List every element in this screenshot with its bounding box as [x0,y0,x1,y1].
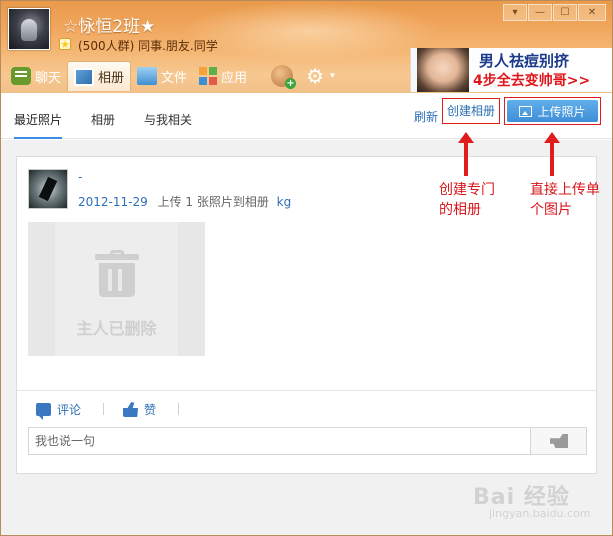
card-divider [17,390,596,391]
folder-icon [137,67,158,85]
upload-highlight-frame: 上传照片 [504,97,601,125]
ad-photo [417,48,469,92]
album-link[interactable]: kg [277,195,292,209]
apps-icon [199,67,218,85]
feed-card: - 2012-11-29 上传 1 张照片到相册 kg 主人已删除 评论 赞 我… [16,156,597,474]
add-friend-icon [271,65,297,89]
minimize-button[interactable]: — [528,4,552,21]
post-action-text: 上传 1 张照片到相册 [157,195,269,209]
poster-name[interactable]: - [78,170,82,184]
tab-chat[interactable]: 聊天 [5,61,67,91]
album-subnav: 最近照片 相册 与我相关 刷新 创建相册 上传照片 [1,93,612,139]
group-avatar[interactable] [8,8,50,50]
tab-album[interactable]: 相册 [67,61,132,91]
baidu-jingyan-watermark: Bai 经验 jingyan.baidu.com [473,479,612,529]
group-toolbar: 聊天 相册 文件 应用 ⚙ ▾ [5,61,341,91]
annotation-create-line1: 创建专门 [439,182,495,198]
tab-apps-label: 应用 [221,70,248,86]
comment-box [28,427,587,455]
action-divider [103,403,104,415]
ad-headline: 男人祛痘别挤 [479,52,570,70]
tab-recent-photos[interactable]: 最近照片 [14,111,63,139]
group-header: ☆怺恒2班★ ★ (500人群) 同事.朋友.同学 ▾ — ☐ ✕ 聊天 相册 … [1,1,612,93]
image-upload-icon [519,105,533,117]
poster-avatar[interactable] [28,169,68,209]
action-divider [178,403,179,415]
tab-albums[interactable]: 相册 [91,111,115,128]
upload-photo-label: 上传照片 [537,104,586,119]
create-album-button[interactable]: 创建相册 [442,98,500,124]
qq-group-window: ☆怺恒2班★ ★ (500人群) 同事.朋友.同学 ▾ — ☐ ✕ 聊天 相册 … [0,0,613,536]
ad-subline: 4步全去变帅哥>> [473,73,591,89]
star-badge-icon: ★ [59,38,71,51]
chevron-down-icon: ▾ [330,71,335,81]
album-icon [74,67,95,86]
post-date: 2012-11-29 [78,195,148,209]
like-label: 赞 [144,403,157,417]
annotation-create-line2: 的相册 [439,202,481,218]
add-friend-button[interactable] [265,61,299,91]
hand-pointer-icon [550,434,568,448]
close-button[interactable]: ✕ [578,4,606,21]
tab-files[interactable]: 文件 [131,61,193,91]
comment-button[interactable]: 评论 [36,401,82,420]
tab-related-to-me[interactable]: 与我相关 [144,111,192,128]
group-name[interactable]: ☆怺恒2班★ [63,12,155,37]
gear-icon: ⚙ [306,64,325,88]
trash-icon [95,250,139,298]
annotation-upload-line1: 直接上传单 [530,182,600,198]
watermark-url: jingyan.baidu.com [489,507,591,520]
comment-icon [36,403,51,420]
comment-label: 评论 [57,403,82,417]
deleted-photo-placeholder: 主人已删除 [28,222,205,356]
annotation-upload-line2: 个图片 [530,202,572,218]
tab-files-label: 文件 [161,70,188,86]
tab-chat-label: 聊天 [35,70,62,86]
comment-input[interactable] [29,428,529,454]
maximize-button[interactable]: ☐ [553,4,577,21]
upload-photo-button[interactable]: 上传照片 [507,100,598,122]
annotation-upload-photo: 直接上传单 个图片 [530,180,600,220]
thumbs-up-icon [123,402,138,417]
annotation-arrow-upload [544,132,560,176]
chat-icon [11,67,31,85]
tab-apps[interactable]: 应用 [193,61,253,91]
skin-menu-button[interactable]: ▾ [503,4,527,21]
ad-banner[interactable]: 男人祛痘别挤 4步全去变帅哥>> [410,48,612,92]
deleted-text: 主人已删除 [76,319,157,338]
settings-button[interactable]: ⚙ ▾ [299,61,341,91]
photo-feed: - 2012-11-29 上传 1 张照片到相册 kg 主人已删除 评论 赞 我… [1,140,612,535]
annotation-create-album: 创建专门 的相册 [439,180,495,220]
post-meta: 2012-11-29 上传 1 张照片到相册 kg [78,193,291,210]
annotation-arrow-create [458,132,474,176]
comment-send-button[interactable] [530,428,586,454]
window-controls: ▾ — ☐ ✕ [503,4,606,21]
group-subtitle: (500人群) 同事.朋友.同学 [78,39,218,53]
tab-album-label: 相册 [98,71,125,86]
refresh-link[interactable]: 刷新 [414,108,438,125]
like-button[interactable]: 赞 [123,401,156,418]
